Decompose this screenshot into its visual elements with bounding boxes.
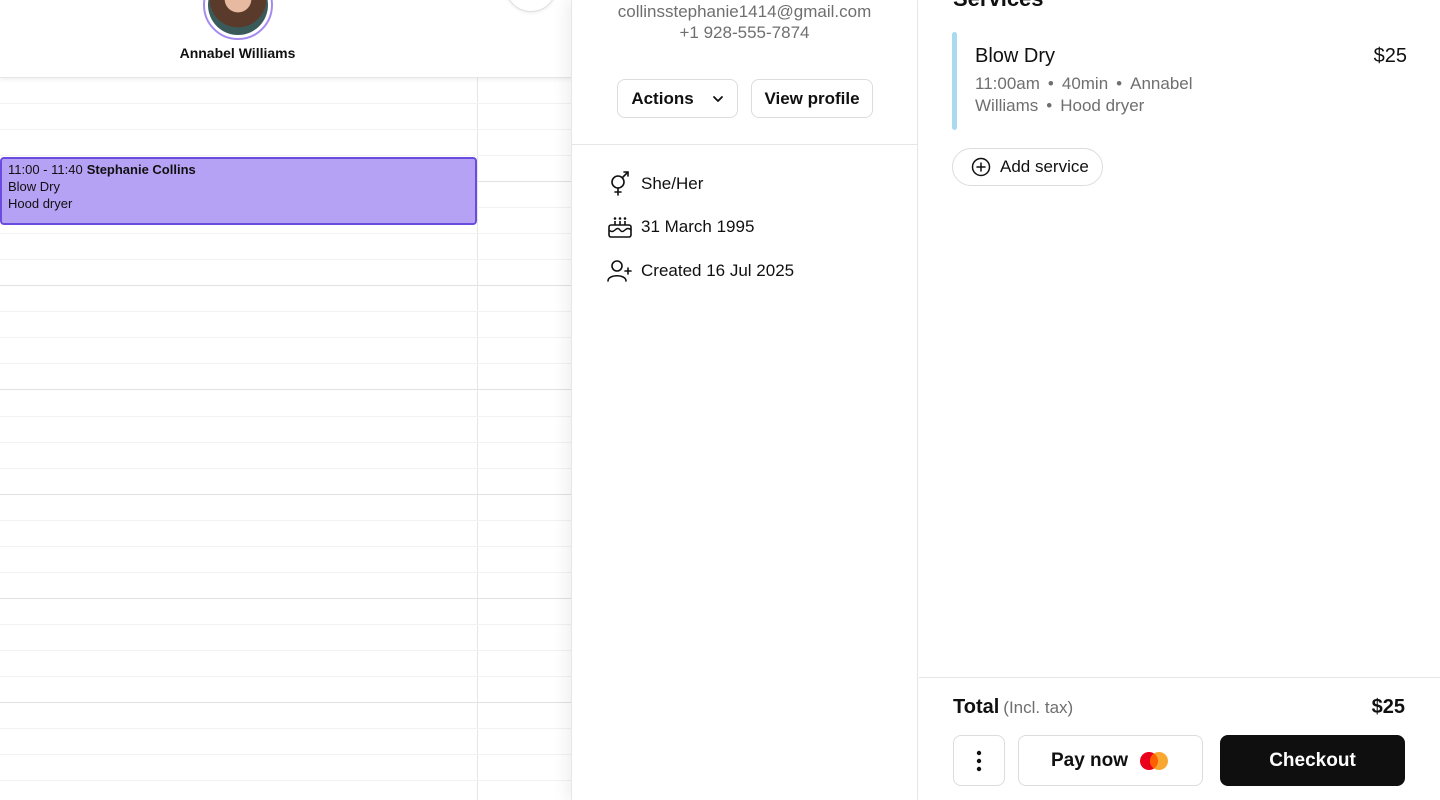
- actions-button[interactable]: Actions: [617, 79, 738, 118]
- service-resource: Hood dryer: [1060, 96, 1145, 115]
- quarter-gridline: [0, 233, 572, 234]
- quarter-gridline: [0, 311, 572, 312]
- staff-avatar[interactable]: [203, 0, 273, 40]
- pronouns-text: She/Her: [641, 174, 704, 193]
- client-details-panel: collinsstephanie1414@gmail.com +1 928-55…: [571, 0, 918, 800]
- chevron-down-icon: [712, 95, 723, 102]
- created-text: Created 16 Jul 2025: [641, 261, 795, 280]
- service-item[interactable]: Blow Dry $25 11:00am • 40min • Annabel Willi…: [952, 32, 1407, 130]
- client-email[interactable]: collinsstephanie1414@gmail.com: [572, 2, 917, 22]
- view-profile-button[interactable]: View profile: [751, 79, 873, 118]
- quarter-gridline: [0, 259, 572, 260]
- quarter-gridline: [0, 676, 572, 677]
- actions-label: Actions: [631, 88, 694, 108]
- appointment-client: Stephanie Collins: [86, 162, 196, 177]
- client-phone[interactable]: +1 928-555-7874: [572, 23, 917, 43]
- hour-gridline: [0, 285, 572, 286]
- calendar-view: Annabel Williams 11:00 - 11:40 Stephanie …: [0, 0, 572, 800]
- total-label: Total (Incl. tax): [953, 696, 1073, 719]
- appointment-service: Blow Dry: [8, 179, 61, 194]
- services-title: Services: [953, 0, 1044, 12]
- column-divider: [477, 78, 478, 800]
- quarter-gridline: [0, 572, 572, 573]
- pay-now-button[interactable]: Pay now: [1018, 735, 1203, 786]
- quarter-gridline: [0, 624, 572, 625]
- calendar-nav-button[interactable]: [505, 0, 557, 12]
- quarter-gridline: [0, 363, 572, 364]
- quarter-gridline: [0, 650, 572, 651]
- quarter-gridline: [0, 520, 572, 521]
- quarter-gridline: [0, 546, 572, 547]
- service-duration: 40min: [1061, 74, 1109, 93]
- total-note: (Incl. tax): [1003, 698, 1074, 717]
- hour-gridline: [0, 702, 572, 703]
- add-service-button[interactable]: Add service: [952, 148, 1103, 186]
- hour-gridline: [0, 389, 572, 390]
- user-added-icon: [607, 260, 632, 282]
- staff-name: Annabel Williams: [179, 45, 296, 61]
- more-vertical-icon: [976, 750, 982, 771]
- service-color-bar: [952, 32, 957, 130]
- calendar-header: Annabel Williams: [0, 0, 572, 78]
- service-time: 11:00am: [975, 74, 1040, 93]
- created-row: Created 16 Jul 2025: [607, 258, 794, 284]
- divider: [572, 144, 917, 145]
- quarter-gridline: [0, 155, 572, 156]
- birthday-cake-icon: [608, 217, 632, 238]
- quarter-gridline: [0, 468, 572, 469]
- total-text: Total: [953, 696, 1000, 718]
- add-service-label: Add service: [1000, 157, 1089, 176]
- plus-circle-icon: [971, 157, 991, 177]
- service-meta: 11:00am • 40min • Annabel Williams • Hood drye…: [975, 74, 1193, 115]
- more-options-button[interactable]: [953, 735, 1005, 786]
- hour-gridline: [0, 494, 572, 495]
- birthday-text: 31 March 1995: [641, 217, 755, 236]
- quarter-gridline: [0, 754, 572, 755]
- quarter-gridline: [0, 728, 572, 729]
- checkout-button[interactable]: Checkout: [1220, 735, 1405, 786]
- mastercard-icon: [1140, 751, 1169, 770]
- footer-divider: [919, 677, 1440, 678]
- services-panel: Services Blow Dry $25 11:00am•40min•Anna…: [919, 0, 1440, 800]
- quarter-gridline: [0, 129, 572, 130]
- quarter-gridline: [0, 442, 572, 443]
- service-name: Blow Dry: [975, 45, 1056, 67]
- gender-icon: [611, 171, 629, 196]
- total-price: $25: [1371, 696, 1405, 718]
- pronouns-row: She/Her: [607, 171, 703, 197]
- hour-gridline: [0, 598, 572, 599]
- appointment-resource: Hood dryer: [8, 196, 73, 211]
- quarter-gridline: [0, 103, 572, 104]
- pay-now-label: Pay now: [1050, 749, 1129, 771]
- appointment-block[interactable]: 11:00 - 11:40 Stephanie Collins Blow Dry …: [0, 157, 477, 225]
- service-price: $25: [1373, 45, 1407, 67]
- appointment-time: 11:00 - 11:40: [8, 162, 83, 177]
- quarter-gridline: [0, 780, 572, 781]
- avatar-image: [208, 0, 268, 35]
- quarter-gridline: [0, 416, 572, 417]
- birthday-row: 31 March 1995: [607, 214, 754, 240]
- quarter-gridline: [0, 337, 572, 338]
